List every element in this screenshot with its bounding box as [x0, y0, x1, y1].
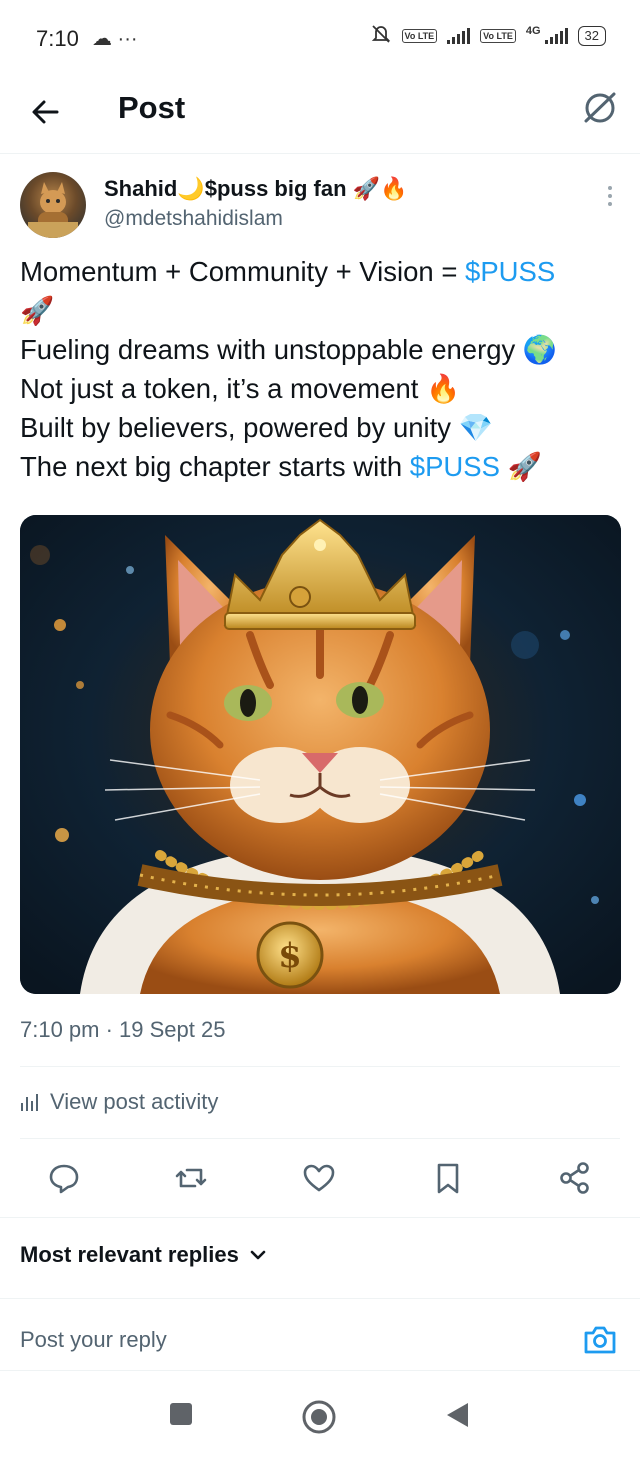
post-line-5-text: The next big chapter starts with	[20, 451, 410, 482]
volte-badge-1: Vo LTE	[401, 28, 438, 43]
post-timestamp[interactable]: 7:10 pm · 19 Sept 25	[20, 1017, 225, 1043]
cashtag-link[interactable]: $PUSS	[465, 256, 555, 287]
status-bar: 7:10 ☁ ··· Vo LTE Vo LTE 4G 32	[0, 0, 640, 78]
divider	[0, 1298, 640, 1299]
status-right-icons: Vo LTE Vo LTE 4G 32	[370, 24, 606, 47]
cashtag-link[interactable]: $PUSS	[410, 451, 500, 482]
camera-button[interactable]	[582, 1322, 618, 1358]
more-dot-icon	[608, 194, 612, 198]
more-dot-icon	[608, 202, 612, 206]
volte-badge-2: Vo LTE	[480, 28, 516, 43]
replies-sort-label: Most relevant replies	[20, 1242, 239, 1267]
reply-button[interactable]	[46, 1160, 82, 1196]
divider	[20, 1066, 620, 1067]
network-type: 4G	[525, 24, 541, 37]
home-button[interactable]	[301, 1399, 337, 1440]
repost-button[interactable]	[173, 1160, 209, 1196]
more-dot-icon	[608, 186, 612, 190]
divider	[0, 1370, 640, 1371]
arrow-left-icon	[32, 100, 59, 124]
post-image[interactable]: $	[20, 515, 621, 994]
divider	[0, 1217, 640, 1218]
author-handle[interactable]: @mdetshahidislam	[104, 207, 283, 231]
more-options-button[interactable]	[604, 186, 616, 212]
page-title: Post	[118, 90, 186, 125]
post-line-1-emoji: 🚀	[20, 295, 55, 326]
avatar-cat-icon	[28, 182, 78, 238]
action-bar	[0, 1150, 640, 1210]
bookmark-button[interactable]	[430, 1160, 466, 1196]
grok-button[interactable]	[580, 88, 620, 128]
divider	[20, 1138, 620, 1139]
like-button[interactable]	[301, 1160, 337, 1196]
home-circle-icon	[302, 1400, 336, 1434]
share-icon	[560, 1162, 589, 1194]
view-post-activity-label: View post activity	[50, 1089, 219, 1114]
crowned-cat-icon: $	[20, 515, 621, 994]
signal-icon-1	[447, 27, 471, 44]
recents-button[interactable]	[168, 1401, 194, 1432]
post-line-5: The next big chapter starts with $PUSS 🚀	[20, 447, 620, 486]
post-line-1: Momentum + Community + Vision = $PUSS	[20, 252, 620, 291]
svg-text:$: $	[278, 936, 302, 976]
rocket-emoji: 🚀	[507, 451, 542, 482]
avatar[interactable]	[20, 172, 86, 238]
square-icon	[170, 1403, 192, 1425]
signal-icon-2	[544, 27, 568, 44]
post-line-4: Built by believers, powered by unity 💎	[20, 412, 493, 443]
reply-icon	[49, 1164, 79, 1194]
battery-indicator: 32	[577, 25, 606, 46]
repost-icon	[175, 1168, 207, 1188]
post-body: Momentum + Community + Vision = $PUSS 🚀 …	[20, 252, 620, 486]
heart-icon	[303, 1164, 335, 1192]
back-nav-button[interactable]	[444, 1401, 470, 1434]
view-post-activity-button[interactable]: View post activity	[20, 1089, 218, 1115]
post-line-2: Fueling dreams with unstoppable energy 🌍	[20, 334, 558, 365]
bookmark-icon	[437, 1163, 459, 1194]
reply-input[interactable]: Post your reply	[20, 1327, 167, 1353]
post-line-3: Not just a token, it’s a movement 🔥	[20, 373, 461, 404]
author-display-name[interactable]: Shahid🌙$puss big fan 🚀🔥	[104, 176, 407, 202]
mute-icon	[370, 24, 392, 47]
triangle-back-icon	[447, 1403, 468, 1427]
back-button[interactable]	[26, 92, 66, 132]
status-notification-icons: ☁ ···	[92, 28, 138, 50]
system-nav-bar	[0, 1375, 640, 1458]
grok-icon	[584, 92, 616, 123]
chevron-down-icon	[250, 1250, 266, 1260]
replies-sort-dropdown[interactable]: Most relevant replies	[20, 1242, 267, 1268]
share-button[interactable]	[557, 1160, 593, 1196]
status-time: 7:10	[36, 26, 79, 51]
post-line-1-text: Momentum + Community + Vision =	[20, 256, 466, 287]
app-header: Post	[0, 78, 640, 154]
camera-icon	[584, 1326, 616, 1354]
analytics-icon	[21, 1094, 38, 1111]
